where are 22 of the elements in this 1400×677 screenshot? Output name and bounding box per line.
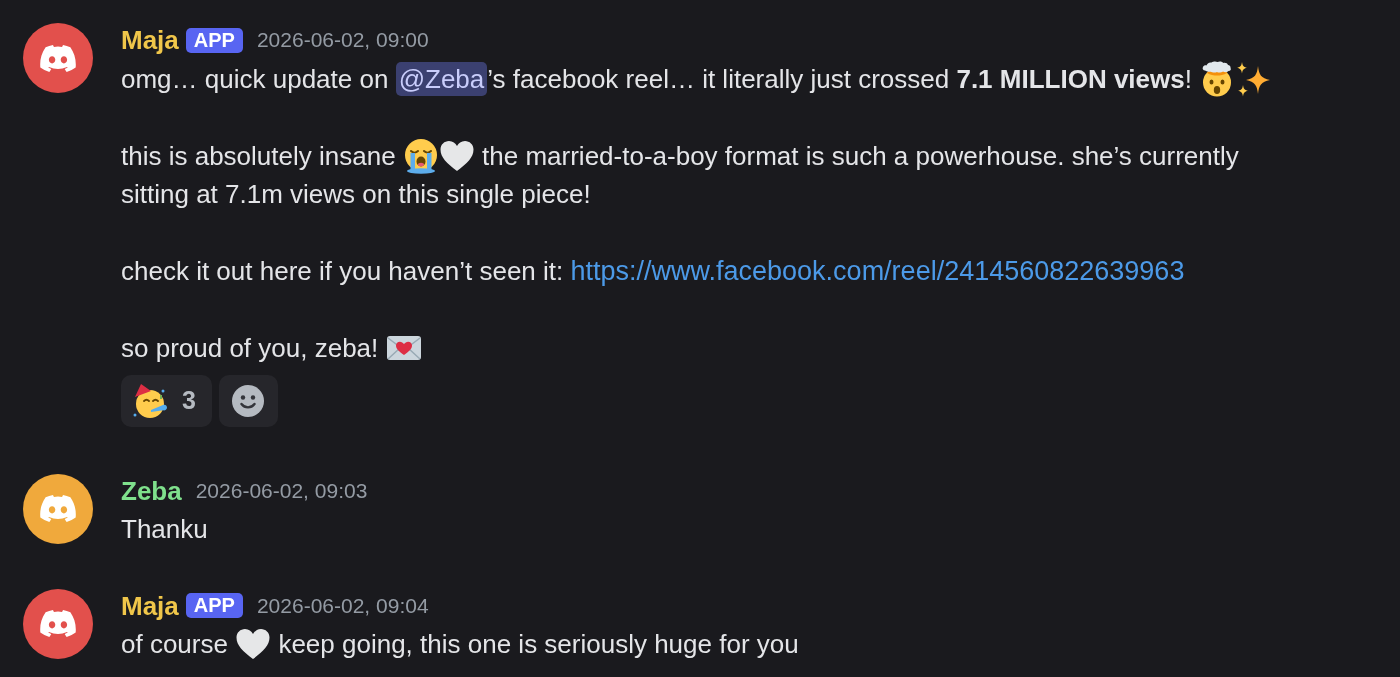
party-face-icon xyxy=(132,382,168,419)
message-text: of course keep going, this one is seriously huge for you xyxy=(121,625,1291,664)
add-reaction-button[interactable] xyxy=(218,374,278,427)
author-name[interactable]: Zeba xyxy=(121,471,182,510)
message-text: omg… quick update on @Zeba’s facebook reel… it literally just crossed 7.1 MILLION views! xyxy=(121,59,1291,98)
smiley-icon xyxy=(232,384,265,417)
app-tag: APP xyxy=(185,27,243,53)
message-timestamp: 2026-06-02, 09:03 xyxy=(195,478,368,503)
message-text: so proud of you, zeba! xyxy=(121,329,1291,368)
message-timestamp: 2026-06-02, 09:04 xyxy=(256,593,429,618)
heart-icon xyxy=(235,626,272,662)
message-timestamp: 2026-06-02, 09:00 xyxy=(256,28,429,53)
message-text: this is absolutely insane the married-to-a-boy format is such a powerhouse. she’s currently sitting at 7.1m views on this single piece! xyxy=(121,136,1291,214)
author-name[interactable]: Maja xyxy=(121,586,179,625)
app-tag: APP xyxy=(185,593,243,619)
reel-link[interactable]: https://www.facebook.com/reel/2414560822639963 xyxy=(570,256,1185,286)
crying-face-icon xyxy=(402,137,439,174)
author-name[interactable]: Maja xyxy=(121,21,179,60)
message-text: check it out here if you haven’t seen it: https://www.facebook.com/reel/2414560822639963 xyxy=(121,255,1186,288)
message-text: Thanku xyxy=(121,513,209,546)
user-mention[interactable]: @Zeba xyxy=(395,61,488,96)
reaction-button[interactable]: 3 xyxy=(121,374,212,427)
